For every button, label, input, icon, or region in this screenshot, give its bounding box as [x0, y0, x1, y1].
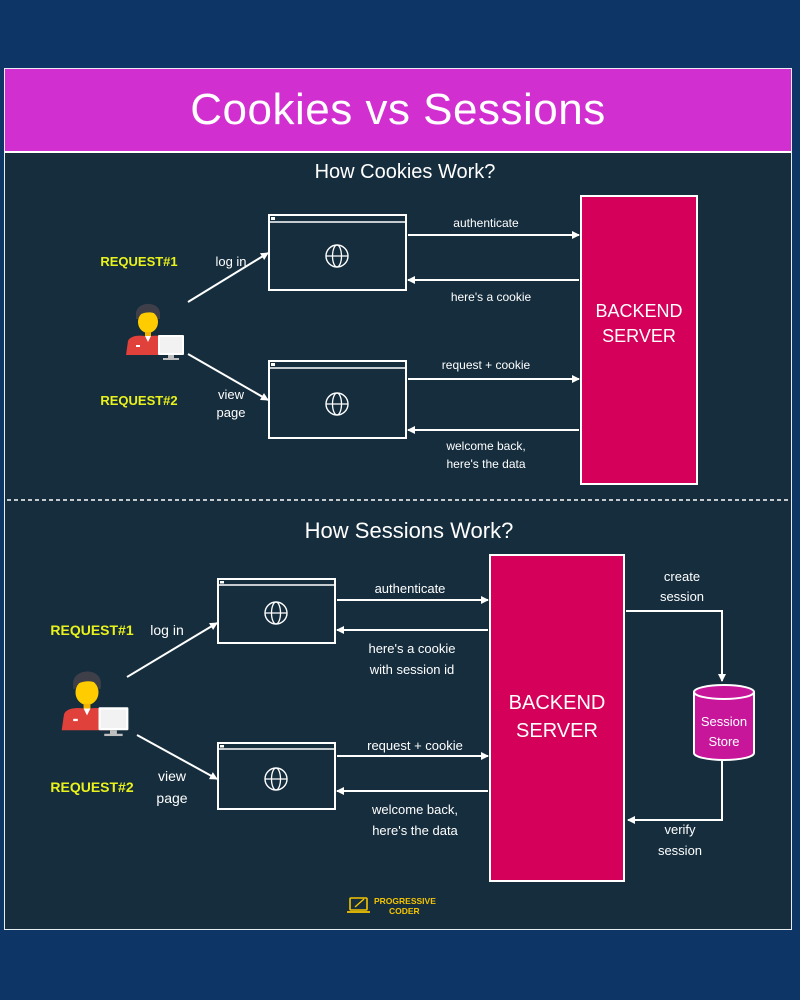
sessions-authenticate-label: authenticate	[375, 581, 446, 596]
logo-line-2: CODER	[389, 906, 420, 916]
user-at-computer-icon	[61, 671, 129, 737]
sessions-backend-server: BACKEND SERVER	[489, 554, 625, 882]
session-store-label-1: Session	[701, 714, 747, 729]
cookies-view-label-2: page	[217, 405, 246, 420]
verify-session-arrow	[627, 761, 723, 824]
session-store-database-icon: Session Store	[693, 684, 755, 761]
cookies-login-label: log in	[215, 254, 246, 269]
globe-icon	[264, 767, 288, 791]
cookies-welcome-label-2: here's the data	[446, 457, 525, 471]
sessions-login-label: log in	[150, 622, 183, 638]
sessions-request1-label: REQUEST#1	[50, 622, 133, 638]
sessions-view-label-1: view	[158, 768, 187, 784]
globe-icon	[325, 244, 349, 268]
sessions-browser-window-2	[217, 742, 336, 810]
diagram: How Cookies Work? REQUEST#1 REQUEST#2 lo…	[7, 161, 789, 916]
cookies-browser-window-1	[268, 214, 407, 291]
cookies-browser-window-2	[268, 360, 407, 439]
create-session-arrow	[626, 610, 726, 682]
cookies-request-cookie-label: request + cookie	[442, 358, 531, 372]
sessions-request2-label: REQUEST#2	[50, 779, 133, 795]
globe-icon	[264, 601, 288, 625]
progressive-coder-logo: PROGRESSIVE CODER	[347, 896, 436, 916]
verify-session-label-1: verify	[664, 822, 696, 837]
cookies-welcome-label-1: welcome back,	[445, 439, 525, 453]
create-session-label-2: session	[660, 589, 704, 604]
sessions-view-label-2: page	[156, 790, 187, 806]
sessions-heading: How Sessions Work?	[305, 518, 514, 543]
cookies-heading: How Cookies Work?	[315, 161, 496, 183]
sessions-cookie-reply-label-1: here's a cookie	[368, 641, 455, 656]
sessions-welcome-label-1: welcome back,	[371, 802, 458, 817]
session-store-label-2: Store	[708, 734, 739, 749]
verify-session-label-2: session	[658, 843, 702, 858]
cookies-server-label-2: SERVER	[602, 326, 676, 346]
user-at-computer-icon	[126, 303, 184, 360]
sessions-welcome-label-2: here's the data	[372, 823, 458, 838]
cookies-request1-label: REQUEST#1	[100, 254, 177, 269]
sessions-request-cookie-label: request + cookie	[367, 738, 463, 753]
cookies-cookie-reply-label: here's a cookie	[451, 290, 532, 304]
sessions-cookie-reply-label-2: with session id	[369, 662, 455, 677]
cookies-authenticate-label: authenticate	[453, 216, 519, 230]
sessions-server-label-1: BACKEND	[509, 692, 606, 714]
logo-line-1: PROGRESSIVE	[374, 896, 436, 906]
infographic-card: Cookies vs Sessions How Cookies Work? RE…	[4, 68, 792, 930]
cookies-request2-label: REQUEST#2	[100, 393, 177, 408]
cookies-view-label-1: view	[218, 387, 245, 402]
cookies-server-label-1: BACKEND	[595, 301, 682, 321]
cookies-backend-server: BACKEND SERVER	[580, 195, 698, 485]
create-session-label-1: create	[664, 569, 700, 584]
sessions-browser-window-1	[217, 578, 336, 644]
laptop-pen-icon	[347, 897, 370, 913]
globe-icon	[325, 392, 349, 416]
sessions-server-label-2: SERVER	[516, 720, 598, 742]
